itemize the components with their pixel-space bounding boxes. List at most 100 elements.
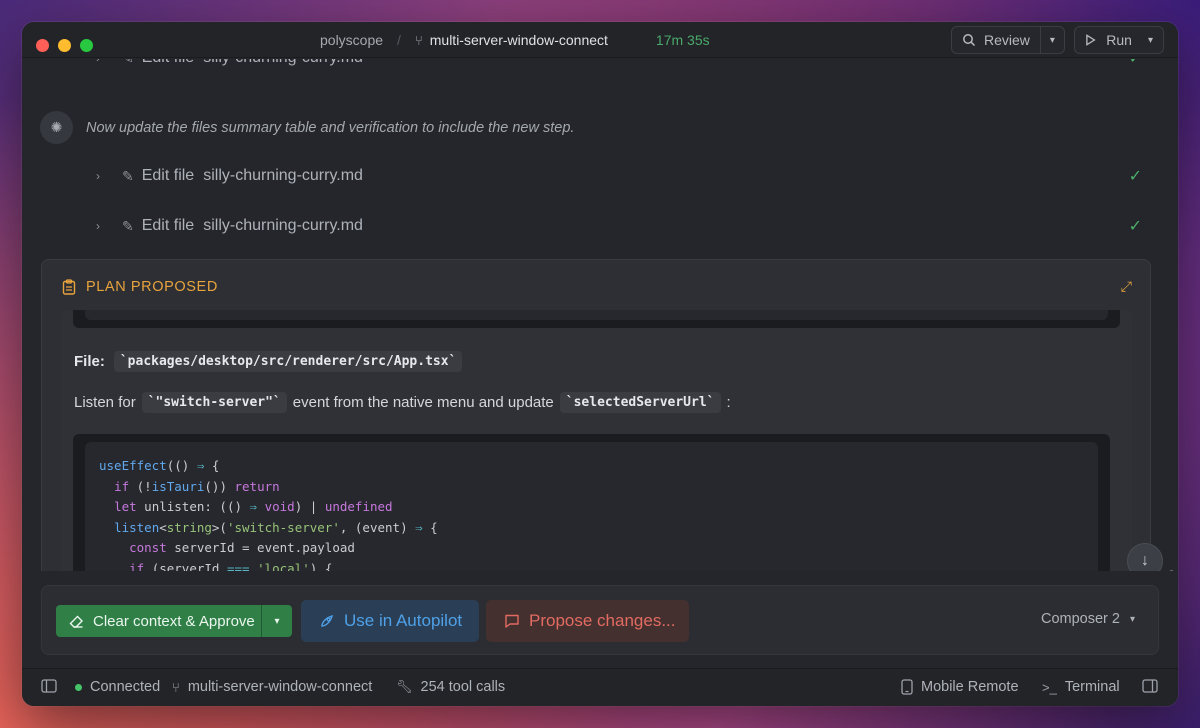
event-name-code: `"switch-server"` xyxy=(141,392,287,413)
terminal-label: Terminal xyxy=(1064,679,1120,695)
window-controls xyxy=(36,39,93,52)
breadcrumb-separator: / xyxy=(397,32,401,48)
connected-label: Connected xyxy=(90,679,161,695)
edit-file-icon: ✎ xyxy=(122,167,134,184)
edit-file-name: silly-churning-curry.md xyxy=(203,59,363,67)
edit-file-name: silly-churning-curry.md xyxy=(203,167,363,184)
tool-calls-count[interactable]: 🔧︎ 254 tool calls xyxy=(396,679,505,695)
previous-code-block xyxy=(73,310,1120,328)
edit-file-row[interactable]: › ✎ Edit file silly-churning-curry.md ✓ xyxy=(96,164,1148,188)
plan-header: PLAN PROPOSED xyxy=(62,279,218,295)
toggle-right-panel-button[interactable] xyxy=(1142,679,1158,693)
minimize-window-button[interactable] xyxy=(58,39,71,52)
edit-action-label: Edit file xyxy=(142,59,194,67)
conversation-panel: › ✎ Edit file silly-churning-curry.md ✓ … xyxy=(22,59,1178,593)
status-branch-name: multi-server-window-connect xyxy=(187,679,373,695)
thinking-text: Now update the files summary table and v… xyxy=(86,119,575,136)
edit-action-label: Edit file xyxy=(141,167,195,184)
title-breadcrumb: polyscope / ⑂ multi-server-window-connec… xyxy=(320,32,710,48)
zoom-window-button[interactable] xyxy=(80,39,93,52)
connected-status-icon xyxy=(75,683,82,691)
mobile-remote-label: Mobile Remote xyxy=(921,679,1019,695)
code-line: listen<string>('switch-server', (event) … xyxy=(114,519,438,535)
elapsed-time: 17m 35s xyxy=(655,32,710,48)
code-line: const serverId = event.payload xyxy=(129,540,355,556)
sidebar-icon xyxy=(41,679,57,693)
edit-file-row[interactable]: › ✎ Edit file silly-churning-curry.md ✓ xyxy=(96,214,1148,238)
para-text-after: : xyxy=(726,394,731,411)
terminal-icon: >_ xyxy=(1042,679,1057,695)
model-label: Composer 2 xyxy=(1040,611,1120,627)
wrench-icon: 🔧︎ xyxy=(396,679,413,694)
review-search-icon xyxy=(963,34,976,47)
edit-file-row[interactable]: › ✎ Edit file silly-churning-curry.md ✓ xyxy=(96,59,1148,70)
message-icon xyxy=(505,614,519,628)
autopilot-label: Use in Autopilot xyxy=(344,611,463,630)
propose-changes-button[interactable]: Propose changes... xyxy=(486,600,689,642)
review-label: Review xyxy=(984,32,1030,48)
run-button[interactable]: Run ▾ xyxy=(1074,26,1164,54)
chevron-right-icon: › xyxy=(96,59,112,65)
mobile-remote-button[interactable]: Mobile Remote xyxy=(901,679,1019,695)
terminal-button[interactable]: >_ Terminal xyxy=(1042,679,1120,695)
model-selector[interactable]: Composer 2 ▾ xyxy=(1041,611,1135,627)
branch-name[interactable]: multi-server-window-connect xyxy=(430,32,608,48)
review-dropdown-chevron-icon[interactable]: ▾ xyxy=(1039,27,1064,53)
edit-file-icon: ✎ xyxy=(122,217,134,234)
para-text-middle: event from the native menu and update xyxy=(292,394,554,411)
connection-status[interactable]: Connected xyxy=(75,679,160,695)
tool-calls-label: 254 tool calls xyxy=(420,679,506,695)
approve-button-group: Clear context & Approve ▾ xyxy=(56,605,292,637)
state-name-code: `selectedServerUrl` xyxy=(559,392,721,413)
eraser-icon xyxy=(69,615,83,628)
toggle-sidebar-button[interactable] xyxy=(41,679,57,693)
review-button-group: Review ▾ xyxy=(951,26,1065,54)
status-branch[interactable]: ⑂ multi-server-window-connect xyxy=(172,679,372,695)
edit-action-label: Edit file xyxy=(141,217,195,234)
propose-label: Propose changes... xyxy=(529,611,676,630)
right-panel-icon xyxy=(1142,679,1158,693)
edit-file-icon: ✎ xyxy=(122,59,134,67)
para-text-before: Listen for xyxy=(74,394,136,411)
chevron-right-icon: › xyxy=(96,169,100,183)
check-icon: ✓ xyxy=(1128,218,1142,235)
file-label: File: xyxy=(74,353,105,370)
brain-icon: ✺ xyxy=(40,111,73,144)
code-line: if (!isTauri()) return xyxy=(114,478,280,494)
code-block: useEffect(() ⇒ { if (!isTauri()) return … xyxy=(73,434,1110,593)
code-line: useEffect(() ⇒ { xyxy=(99,458,220,473)
clipboard-icon xyxy=(62,279,76,295)
edit-file-name: silly-churning-curry.md xyxy=(203,217,363,234)
chevron-right-icon: › xyxy=(96,219,100,233)
thinking-row: ✺ Now update the files summary table and… xyxy=(40,111,574,144)
mobile-phone-icon xyxy=(901,679,913,695)
check-icon: ✓ xyxy=(1128,168,1142,185)
run-label: Run xyxy=(1106,32,1132,48)
approve-dropdown-chevron-icon[interactable]: ▾ xyxy=(262,605,292,637)
file-heading: File: `packages/desktop/src/renderer/src… xyxy=(74,351,463,372)
approve-label: Clear context & Approve xyxy=(93,612,255,630)
plan-paragraph: Listen for `"switch-server"` event from … xyxy=(74,392,731,413)
clear-context-approve-button[interactable]: Clear context & Approve xyxy=(56,605,262,637)
project-name[interactable]: polyscope xyxy=(320,32,383,48)
git-branch-icon: ⑂ xyxy=(414,32,423,48)
chevron-down-icon: ▾ xyxy=(1129,613,1135,625)
plan-proposed-card: PLAN PROPOSED ⤢ File: `packages/desktop/… xyxy=(41,259,1151,593)
plan-content: File: `packages/desktop/src/renderer/src… xyxy=(61,310,1132,593)
code-line: let unlisten: (() ⇒ void) | undefined xyxy=(114,499,393,515)
check-icon: ✓ xyxy=(1129,59,1142,68)
action-card: Clear context & Approve ▾ Use in Autopil… xyxy=(41,585,1159,655)
use-in-autopilot-button[interactable]: Use in Autopilot xyxy=(301,600,479,642)
expand-icon[interactable]: ⤢ xyxy=(1121,278,1132,295)
review-button[interactable]: Review xyxy=(952,27,1040,53)
file-path-code: `packages/desktop/src/renderer/src/App.t… xyxy=(113,351,463,372)
git-branch-icon: ⑂ xyxy=(172,679,180,695)
app-window: polyscope / ⑂ multi-server-window-connec… xyxy=(22,22,1178,706)
plan-action-bar: Clear context & Approve ▾ Use in Autopil… xyxy=(22,571,1178,668)
close-window-button[interactable] xyxy=(36,39,49,52)
play-icon xyxy=(1086,34,1096,46)
title-bar: polyscope / ⑂ multi-server-window-connec… xyxy=(22,22,1178,58)
status-bar: Connected ⑂ multi-server-window-connect … xyxy=(22,668,1178,706)
rocket-icon xyxy=(321,614,334,627)
run-dropdown-chevron-icon: ▾ xyxy=(1147,34,1153,46)
